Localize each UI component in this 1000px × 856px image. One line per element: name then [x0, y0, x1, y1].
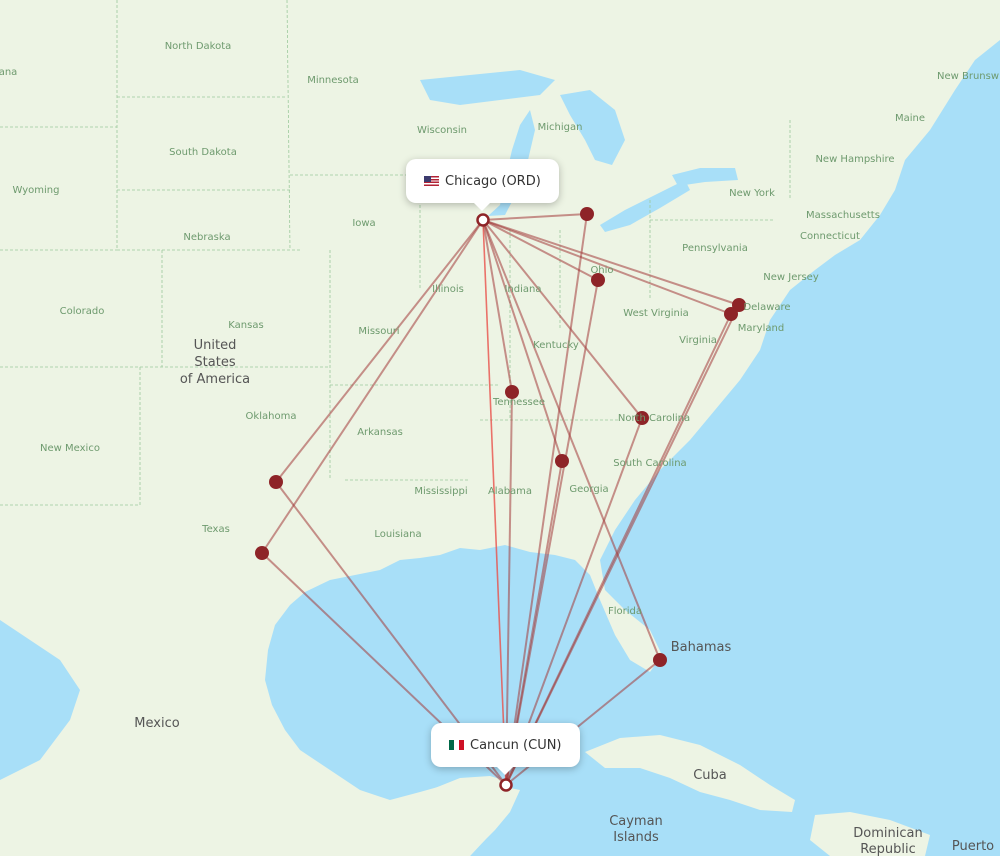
state-label: Missouri [358, 326, 399, 337]
state-label: New Jersey [763, 272, 819, 283]
stop-marker-baltimore[interactable] [724, 307, 738, 321]
state-label: Mississippi [414, 486, 467, 497]
state-label: Alabama [488, 486, 532, 497]
state-label: Maryland [738, 323, 784, 334]
state-label: Delaware [743, 302, 790, 313]
state-label: South Dakota [169, 147, 237, 158]
stop-marker-miami[interactable] [653, 653, 667, 667]
state-label: Michigan [538, 122, 583, 133]
state-label: Wisconsin [417, 125, 467, 136]
state-label: Indiana [504, 284, 541, 295]
state-label: Maine [895, 113, 925, 124]
country-label: Bahamas [671, 640, 732, 655]
mx-flag-icon [449, 740, 464, 750]
country-label: United [194, 338, 237, 353]
state-label: Nebraska [183, 232, 230, 243]
country-label: Cayman [609, 814, 663, 829]
state-label: Kansas [228, 320, 263, 331]
state-label: New Hampshire [815, 154, 894, 165]
state-label: West Virginia [623, 308, 688, 319]
state-label: New Mexico [40, 443, 100, 454]
state-label: Florida [608, 606, 642, 617]
country-label: of America [180, 372, 250, 387]
state-label: Georgia [569, 484, 608, 495]
country-label: Cuba [693, 768, 727, 783]
state-label: Oklahoma [246, 411, 297, 422]
country-label: Islands [613, 830, 659, 845]
state-label: South Carolina [613, 458, 686, 469]
state-label: Massachusetts [806, 210, 880, 221]
destination-tooltip[interactable]: Cancun (CUN) [431, 723, 580, 775]
state-label: North Dakota [165, 41, 232, 52]
state-label: Texas [201, 524, 230, 535]
origin-marker[interactable] [476, 213, 490, 227]
stop-marker-atlanta[interactable] [555, 454, 569, 468]
origin-tooltip[interactable]: Chicago (ORD) [406, 159, 559, 211]
state-label: Wyoming [13, 185, 60, 196]
state-label: Ohio [590, 265, 613, 276]
state-label: Kentucky [533, 340, 579, 351]
state-label: Virginia [679, 335, 717, 346]
stop-marker-houston[interactable] [255, 546, 269, 560]
state-label: Tennessee [492, 397, 545, 408]
state-label: Iowa [352, 218, 375, 229]
state-label: Illinois [432, 284, 464, 295]
state-label: Colorado [60, 306, 105, 317]
state-label: Pennsylvania [682, 243, 748, 254]
state-label: Louisiana [374, 529, 421, 540]
state-label: ana [0, 67, 17, 78]
state-label: Connecticut [800, 231, 860, 242]
us-flag-icon [424, 176, 439, 186]
country-label: Republic [860, 842, 916, 856]
state-label: New York [729, 188, 775, 199]
state-label: North Carolina [618, 413, 690, 424]
country-label: Puerto [952, 839, 994, 854]
stop-marker-detroit[interactable] [580, 207, 594, 221]
country-label: States [194, 355, 235, 370]
origin-label: Chicago (ORD) [445, 173, 541, 189]
state-label: Minnesota [307, 75, 359, 86]
destination-label: Cancun (CUN) [470, 737, 562, 753]
destination-marker[interactable] [499, 778, 513, 792]
state-label: New Brunsw [937, 71, 999, 82]
country-label: Mexico [134, 716, 179, 731]
state-label: Arkansas [357, 427, 403, 438]
stop-marker-dallas[interactable] [269, 475, 283, 489]
country-label: Dominican [853, 826, 922, 841]
